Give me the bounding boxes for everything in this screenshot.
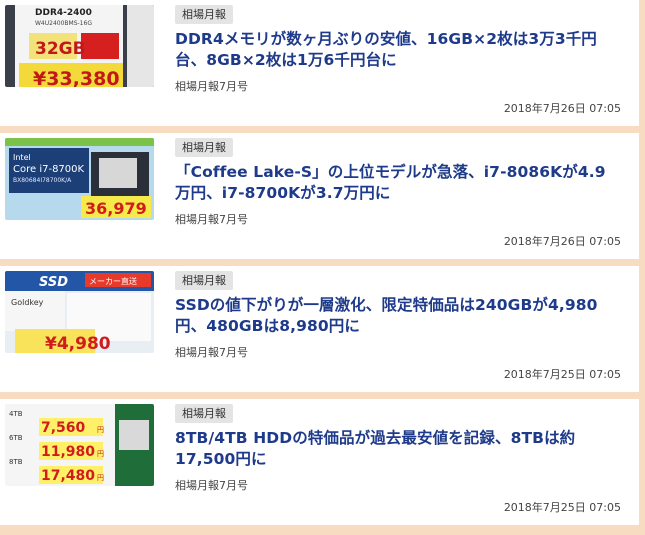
article-thumbnail[interactable]: SSD メーカー直送 Goldkey ¥4,980: [5, 271, 154, 353]
article-subtitle: 相場月報7月号: [175, 346, 248, 359]
svg-text:32GB: 32GB: [35, 39, 86, 59]
svg-text:Core i7-8700K: Core i7-8700K: [13, 164, 85, 175]
svg-text:6TB: 6TB: [9, 434, 23, 442]
article-date: 2018年7月25日 07:05: [503, 501, 621, 514]
article-subtitle: 相場月報7月号: [175, 479, 248, 492]
svg-text:17,480: 17,480: [41, 468, 95, 484]
article-thumbnail[interactable]: Intel Core i7-8700K BX80684I78700K/A 36,…: [5, 138, 154, 220]
article-card[interactable]: DDR4-2400 W4U2400BMS-16G 32GB ¥33,380 相場…: [0, 0, 639, 126]
svg-text:円: 円: [97, 450, 104, 458]
cpu-price-thumbnail: Intel Core i7-8700K BX80684I78700K/A 36,…: [5, 138, 154, 220]
svg-text:4TB: 4TB: [9, 410, 23, 418]
category-badge[interactable]: 相場月報: [175, 138, 233, 157]
ssd-price-thumbnail: SSD メーカー直送 Goldkey ¥4,980: [5, 271, 154, 353]
svg-text:BX80684I78700K/A: BX80684I78700K/A: [13, 177, 72, 184]
article-date: 2018年7月25日 07:05: [503, 368, 621, 381]
hdd-price-thumbnail: 4TB 6TB 8TB 7,560 11,980 17,480 円 円 円: [5, 404, 154, 486]
article-card[interactable]: Intel Core i7-8700K BX80684I78700K/A 36,…: [0, 133, 639, 259]
article-card[interactable]: SSD メーカー直送 Goldkey ¥4,980 相場月報 SSDの値下がりが…: [0, 266, 639, 392]
article-thumbnail[interactable]: 4TB 6TB 8TB 7,560 11,980 17,480 円 円 円: [5, 404, 154, 486]
article-date: 2018年7月26日 07:05: [503, 235, 621, 248]
svg-text:円: 円: [97, 426, 104, 434]
svg-text:Goldkey: Goldkey: [11, 298, 44, 307]
article-list: DDR4-2400 W4U2400BMS-16G 32GB ¥33,380 相場…: [0, 0, 645, 535]
svg-text:8TB: 8TB: [9, 458, 23, 466]
article-thumbnail[interactable]: DDR4-2400 W4U2400BMS-16G 32GB ¥33,380: [5, 5, 154, 87]
svg-text:7,560: 7,560: [41, 420, 86, 436]
category-badge[interactable]: 相場月報: [175, 5, 233, 24]
category-badge[interactable]: 相場月報: [175, 271, 233, 290]
article-title[interactable]: 「Coffee Lake-S」の上位モデルが急落、i7-8086Kが4.9万円、…: [175, 162, 615, 204]
svg-text:円: 円: [97, 474, 104, 482]
article-subtitle: 相場月報7月号: [175, 80, 248, 93]
svg-text:36,979: 36,979: [85, 199, 147, 218]
article-title[interactable]: SSDの値下がりが一層激化、限定特価品は240GBが4,980円、480GBは8…: [175, 295, 615, 337]
article-title[interactable]: 8TB/4TB HDDの特価品が過去最安値を記録、8TBは約17,500円に: [175, 428, 615, 470]
article-card[interactable]: 4TB 6TB 8TB 7,560 11,980 17,480 円 円 円 相場…: [0, 399, 639, 525]
memory-price-thumbnail: DDR4-2400 W4U2400BMS-16G 32GB ¥33,380: [5, 5, 154, 87]
svg-text:¥33,380: ¥33,380: [33, 68, 120, 87]
svg-text:メーカー直送: メーカー直送: [89, 276, 137, 286]
svg-text:SSD: SSD: [39, 275, 68, 290]
article-title[interactable]: DDR4メモリが数ヶ月ぶりの安値、16GB×2枚は3万3千円台、8GB×2枚は1…: [175, 29, 615, 71]
article-subtitle: 相場月報7月号: [175, 213, 248, 226]
category-badge[interactable]: 相場月報: [175, 404, 233, 423]
article-date: 2018年7月26日 07:05: [503, 102, 621, 115]
svg-text:11,980: 11,980: [41, 444, 95, 460]
svg-text:¥4,980: ¥4,980: [45, 334, 111, 353]
svg-text:W4U2400BMS-16G: W4U2400BMS-16G: [35, 20, 92, 27]
svg-text:DDR4-2400: DDR4-2400: [35, 8, 92, 18]
svg-text:Intel: Intel: [13, 153, 31, 162]
